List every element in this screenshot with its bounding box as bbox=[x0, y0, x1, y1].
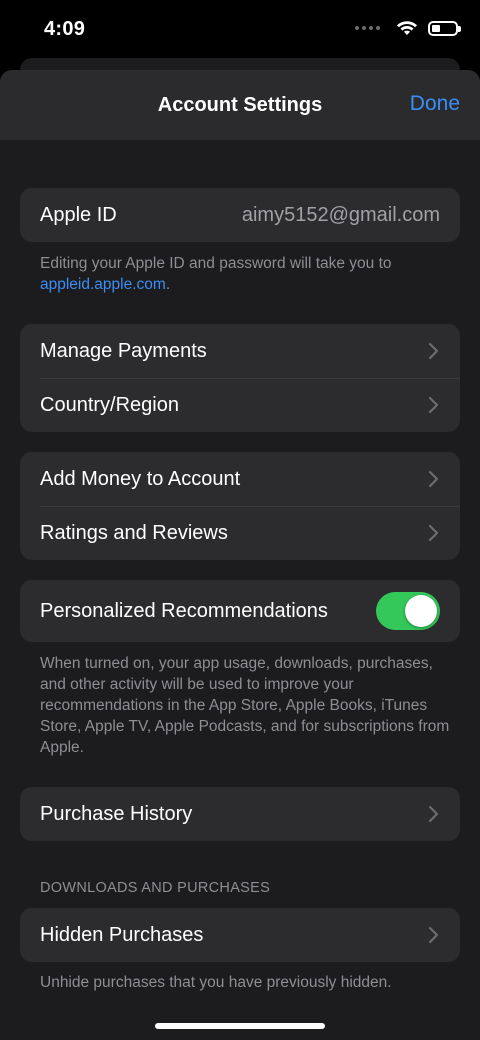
chevron-right-icon bbox=[428, 805, 440, 823]
apple-id-label: Apple ID bbox=[40, 203, 117, 226]
appleid-link[interactable]: appleid.apple.com bbox=[40, 276, 166, 293]
toggle-knob bbox=[405, 595, 437, 627]
purchase-history-row[interactable]: Purchase History bbox=[20, 787, 460, 841]
apple-id-row[interactable]: Apple ID aimy5152@gmail.com bbox=[20, 188, 460, 242]
status-time: 4:09 bbox=[44, 18, 86, 40]
cellular-signal-icon bbox=[355, 26, 380, 30]
chevron-right-icon bbox=[428, 396, 440, 414]
personalized-recommendations-row: Personalized Recommendations bbox=[20, 580, 460, 642]
hidden-purchases-note: Unhide purchases that you have previousl… bbox=[40, 974, 392, 991]
navigation-bar: Account Settings Done bbox=[0, 70, 480, 140]
hidden-purchases-row[interactable]: Hidden Purchases bbox=[20, 908, 460, 962]
done-button[interactable]: Done bbox=[410, 92, 460, 116]
account-settings-sheet: Account Settings Done Apple ID aimy5152@… bbox=[0, 70, 480, 1040]
purchase-history-group: Purchase History bbox=[20, 787, 460, 841]
chevron-right-icon bbox=[428, 342, 440, 360]
manage-payments-label: Manage Payments bbox=[40, 339, 207, 362]
personalized-recommendations-toggle[interactable] bbox=[376, 592, 440, 630]
purchase-history-label: Purchase History bbox=[40, 802, 193, 825]
battery-icon bbox=[428, 20, 461, 36]
hidden-purchases-label: Hidden Purchases bbox=[40, 923, 204, 946]
personalized-recommendations-label: Personalized Recommendations bbox=[40, 599, 328, 622]
manage-payments-row[interactable]: Manage Payments bbox=[20, 324, 460, 378]
hidden-purchases-group: Hidden Purchases bbox=[20, 908, 460, 962]
add-money-label: Add Money to Account bbox=[40, 467, 241, 490]
chevron-right-icon bbox=[428, 926, 440, 944]
ratings-reviews-label: Ratings and Reviews bbox=[40, 521, 228, 544]
ratings-reviews-row[interactable]: Ratings and Reviews bbox=[20, 506, 460, 560]
apple-id-group: Apple ID aimy5152@gmail.com bbox=[20, 188, 460, 242]
chevron-right-icon bbox=[428, 524, 440, 542]
country-region-row[interactable]: Country/Region bbox=[20, 378, 460, 432]
personalized-note: When turned on, your app usage, download… bbox=[40, 655, 450, 756]
payments-region-group: Manage Payments Country/Region bbox=[20, 324, 460, 432]
chevron-right-icon bbox=[428, 470, 440, 488]
status-bar: 4:09 bbox=[0, 0, 480, 60]
status-icons bbox=[355, 20, 461, 36]
apple-id-note: Editing your Apple ID and password will … bbox=[40, 255, 392, 293]
page-title: Account Settings bbox=[157, 94, 323, 116]
wifi-icon bbox=[397, 21, 417, 35]
apple-id-value: aimy5152@gmail.com bbox=[241, 203, 440, 226]
money-ratings-group: Add Money to Account Ratings and Reviews bbox=[20, 452, 460, 560]
personalized-group: Personalized Recommendations bbox=[20, 580, 460, 642]
country-region-label: Country/Region bbox=[40, 393, 179, 416]
downloads-section-header: DOWNLOADS AND PURCHASES bbox=[40, 880, 271, 896]
home-indicator[interactable] bbox=[155, 1023, 325, 1029]
add-money-row[interactable]: Add Money to Account bbox=[20, 452, 460, 506]
